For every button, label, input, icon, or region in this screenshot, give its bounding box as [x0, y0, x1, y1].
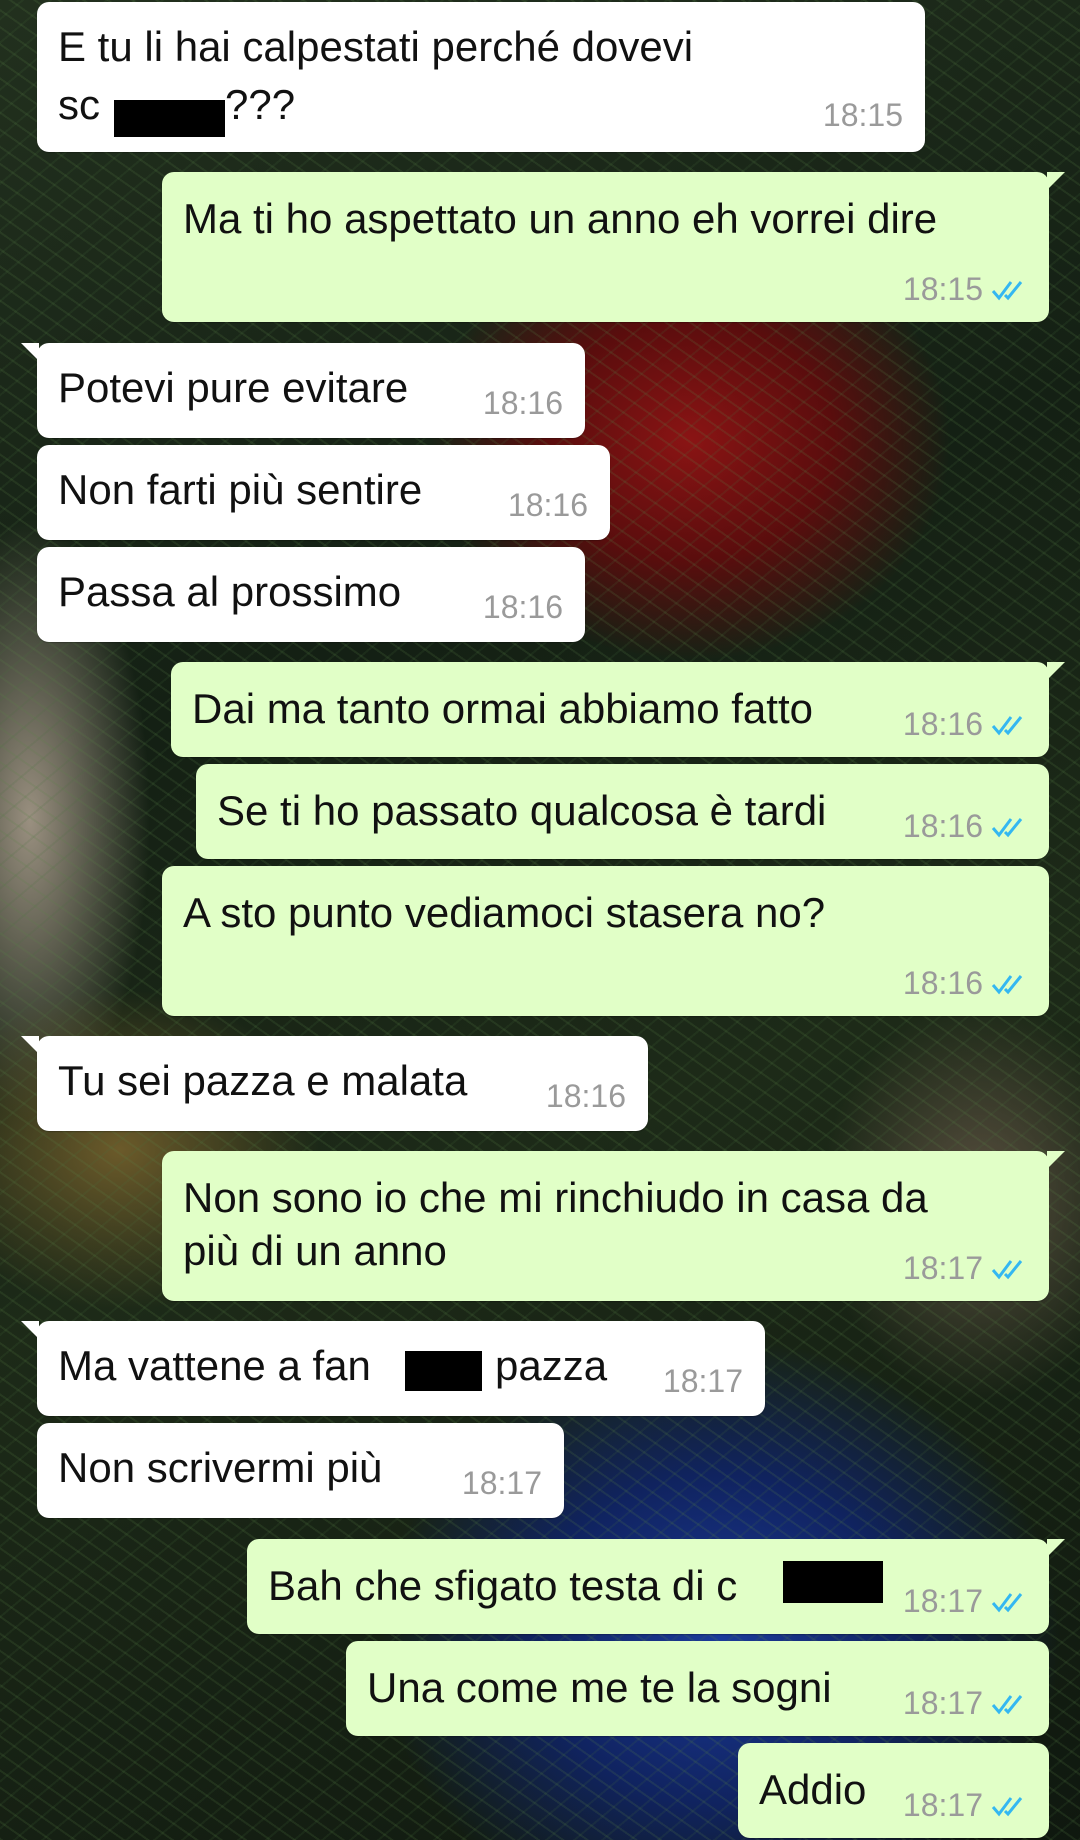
message-time: 18:16 [902, 706, 983, 742]
message-text: Bah che sfigato testa di c [268, 1562, 738, 1609]
message-text: Non scrivermi più [58, 1444, 383, 1491]
redaction-bar [783, 1561, 883, 1603]
message-text: Una come me te la sogni [367, 1664, 832, 1711]
message-text: Passa al prossimo [58, 568, 402, 615]
double-check-icon [991, 715, 1023, 735]
message-text: Ma ti ho aspettato un anno eh vorrei dir… [183, 195, 938, 242]
message-incoming[interactable]: Tu sei pazza e malata 18:16 [21, 1036, 648, 1131]
message-incoming[interactable]: Passa al prossimo 18:16 [37, 547, 585, 642]
double-check-icon [991, 1259, 1023, 1279]
message-text: Potevi pure evitare [58, 364, 409, 411]
message-outgoing[interactable]: Dai ma tanto ormai abbiamo fatto 18:16 [171, 662, 1065, 757]
message-time: 18:16 [902, 965, 983, 1001]
double-check-icon [991, 1592, 1023, 1612]
double-check-icon [991, 1694, 1023, 1714]
message-time: 18:17 [902, 1250, 983, 1286]
message-time: 18:17 [662, 1363, 743, 1399]
double-check-icon [991, 817, 1023, 837]
message-incoming[interactable]: Non scrivermi più 18:17 [37, 1423, 564, 1518]
message-outgoing[interactable]: Non sono io che mi rinchiudo in casa da … [162, 1151, 1065, 1301]
message-outgoing[interactable]: A sto punto vediamoci stasera no? 18:16 [162, 866, 1049, 1016]
message-outgoing[interactable]: Una come me te la sogni 18:17 [346, 1641, 1049, 1736]
message-text: Dai ma tanto ormai abbiamo fatto [192, 685, 813, 732]
message-meta: 18:17 [903, 1685, 1027, 1722]
message-text: Addio [759, 1766, 867, 1813]
message-text: E tu li hai calpestati perché dovevi [58, 23, 694, 70]
message-time: 18:17 [902, 1787, 983, 1823]
message-text: Ma vattene a fan [58, 1342, 371, 1389]
message-meta: 18:17 [903, 1250, 1027, 1287]
double-check-icon [991, 1796, 1023, 1816]
message-time: 18:16 [482, 589, 563, 625]
message-text-line2: sc [58, 81, 100, 128]
message-text: Non sono io che mi rinchiudo in casa da [183, 1174, 928, 1221]
message-time: 18:15 [822, 97, 903, 133]
message-meta: 18:16 [903, 706, 1027, 743]
message-incoming[interactable]: E tu li hai calpestati perché dovevi sc … [37, 2, 925, 152]
redaction-bar [114, 100, 225, 137]
message-time: 18:15 [902, 271, 983, 307]
message-meta: 18:17 [903, 1583, 1027, 1620]
message-incoming[interactable]: Ma vattene a fan pazza 18:17 [21, 1321, 765, 1416]
message-text: Tu sei pazza e malata [58, 1057, 468, 1104]
message-text-line2-end: ??? [225, 81, 296, 128]
message-meta: 18:16 [903, 965, 1027, 1002]
message-time: 18:16 [507, 487, 588, 523]
message-text: A sto punto vediamoci stasera no? [183, 889, 826, 936]
redaction-bar [405, 1351, 482, 1391]
double-check-icon [991, 974, 1023, 994]
message-text-end: pazza [495, 1342, 608, 1389]
message-outgoing[interactable]: Se ti ho passato qualcosa è tardi 18:16 [196, 764, 1049, 859]
message-outgoing[interactable]: Addio 18:17 [738, 1743, 1049, 1838]
message-incoming[interactable]: Non farti più sentire 18:16 [37, 445, 610, 540]
double-check-icon [991, 280, 1023, 300]
message-time: 18:16 [902, 808, 983, 844]
message-text-line2: più di un anno [183, 1227, 447, 1274]
message-outgoing[interactable]: Bah che sfigato testa di c 18:17 [247, 1539, 1065, 1634]
message-time: 18:17 [902, 1685, 983, 1721]
message-text: Non farti più sentire [58, 466, 423, 513]
conversation: E tu li hai calpestati perché dovevi sc … [0, 0, 1080, 1840]
message-outgoing[interactable]: Ma ti ho aspettato un anno eh vorrei dir… [162, 172, 1065, 322]
message-time: 18:17 [461, 1465, 542, 1501]
message-time: 18:16 [482, 385, 563, 421]
message-meta: 18:15 [903, 271, 1027, 308]
message-time: 18:17 [902, 1583, 983, 1619]
message-time: 18:16 [545, 1078, 626, 1114]
message-meta: 18:16 [903, 808, 1027, 845]
message-meta: 18:17 [903, 1787, 1027, 1824]
message-incoming[interactable]: Potevi pure evitare 18:16 [21, 343, 585, 438]
message-text: Se ti ho passato qualcosa è tardi [217, 787, 827, 834]
